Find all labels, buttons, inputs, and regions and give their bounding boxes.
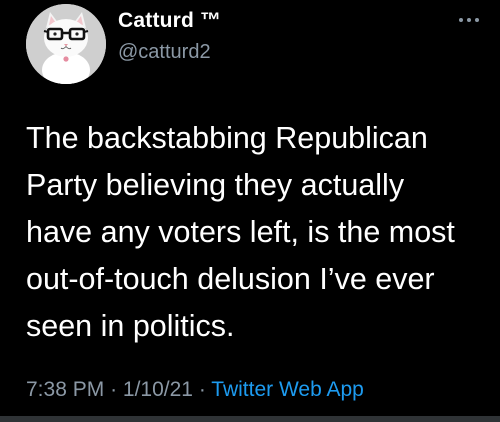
meta-separator: · bbox=[198, 378, 206, 401]
tweet-date[interactable]: 1/10/21 bbox=[123, 378, 193, 401]
display-name[interactable]: Catturd ™ bbox=[118, 9, 221, 33]
avatar[interactable] bbox=[26, 4, 106, 84]
cat-avatar-image bbox=[26, 4, 106, 84]
tweet-time[interactable]: 7:38 PM bbox=[26, 378, 104, 401]
tweet-meta: 7:38 PM · 1/10/21 · Twitter Web App bbox=[26, 378, 364, 402]
tweet-text: The backstabbing Republican Party believ… bbox=[26, 121, 455, 343]
source-app-link[interactable]: Twitter Web App bbox=[211, 378, 364, 401]
meta-separator: · bbox=[110, 378, 118, 401]
bottom-divider bbox=[0, 416, 500, 422]
user-handle[interactable]: @catturd2 bbox=[118, 41, 211, 64]
more-options-icon[interactable] bbox=[456, 12, 482, 22]
tweet-card: Catturd ™ @catturd2 The backstabbing Rep… bbox=[0, 0, 500, 422]
